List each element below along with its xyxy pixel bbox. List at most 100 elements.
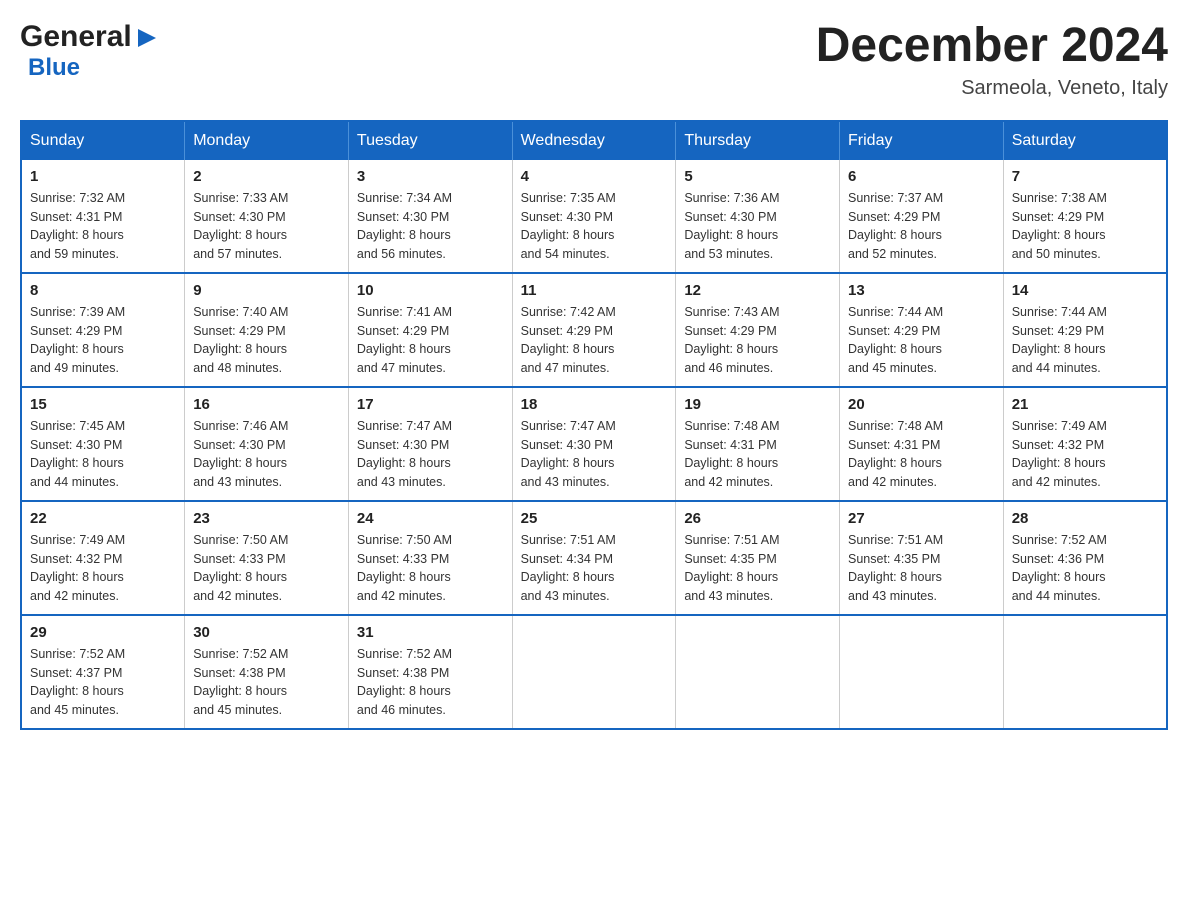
calendar-cell: 26 Sunrise: 7:51 AMSunset: 4:35 PMDaylig…: [676, 501, 840, 615]
calendar-cell: 9 Sunrise: 7:40 AMSunset: 4:29 PMDayligh…: [185, 273, 349, 387]
col-friday: Friday: [840, 121, 1004, 160]
day-number: 22: [30, 510, 176, 527]
day-number: 10: [357, 282, 504, 299]
day-info: Sunrise: 7:38 AMSunset: 4:29 PMDaylight:…: [1012, 191, 1107, 261]
calendar-cell: [840, 615, 1004, 729]
calendar-cell: 24 Sunrise: 7:50 AMSunset: 4:33 PMDaylig…: [348, 501, 512, 615]
calendar-cell: 20 Sunrise: 7:48 AMSunset: 4:31 PMDaylig…: [840, 387, 1004, 501]
day-number: 29: [30, 624, 176, 641]
day-info: Sunrise: 7:44 AMSunset: 4:29 PMDaylight:…: [1012, 305, 1107, 375]
day-info: Sunrise: 7:34 AMSunset: 4:30 PMDaylight:…: [357, 191, 452, 261]
day-info: Sunrise: 7:37 AMSunset: 4:29 PMDaylight:…: [848, 191, 943, 261]
calendar-cell: 13 Sunrise: 7:44 AMSunset: 4:29 PMDaylig…: [840, 273, 1004, 387]
col-monday: Monday: [185, 121, 349, 160]
day-info: Sunrise: 7:46 AMSunset: 4:30 PMDaylight:…: [193, 419, 288, 489]
day-info: Sunrise: 7:51 AMSunset: 4:35 PMDaylight:…: [684, 533, 779, 603]
day-number: 21: [1012, 396, 1158, 413]
day-info: Sunrise: 7:32 AMSunset: 4:31 PMDaylight:…: [30, 191, 125, 261]
day-info: Sunrise: 7:40 AMSunset: 4:29 PMDaylight:…: [193, 305, 288, 375]
col-sunday: Sunday: [21, 121, 185, 160]
day-info: Sunrise: 7:44 AMSunset: 4:29 PMDaylight:…: [848, 305, 943, 375]
calendar-header-row: Sunday Monday Tuesday Wednesday Thursday…: [21, 121, 1167, 160]
day-number: 18: [521, 396, 668, 413]
day-info: Sunrise: 7:36 AMSunset: 4:30 PMDaylight:…: [684, 191, 779, 261]
day-number: 28: [1012, 510, 1158, 527]
day-info: Sunrise: 7:49 AMSunset: 4:32 PMDaylight:…: [1012, 419, 1107, 489]
page-header: General Blue December 2024 Sarmeola, Ven…: [20, 20, 1168, 100]
logo-triangle-icon: [136, 27, 158, 49]
calendar-week-1: 1 Sunrise: 7:32 AMSunset: 4:31 PMDayligh…: [21, 160, 1167, 273]
day-number: 31: [357, 624, 504, 641]
calendar-cell: 1 Sunrise: 7:32 AMSunset: 4:31 PMDayligh…: [21, 160, 185, 273]
day-number: 19: [684, 396, 831, 413]
day-info: Sunrise: 7:42 AMSunset: 4:29 PMDaylight:…: [521, 305, 616, 375]
col-tuesday: Tuesday: [348, 121, 512, 160]
calendar-table: Sunday Monday Tuesday Wednesday Thursday…: [20, 120, 1168, 730]
calendar-cell: 2 Sunrise: 7:33 AMSunset: 4:30 PMDayligh…: [185, 160, 349, 273]
calendar-cell: 15 Sunrise: 7:45 AMSunset: 4:30 PMDaylig…: [21, 387, 185, 501]
col-thursday: Thursday: [676, 121, 840, 160]
calendar-cell: 19 Sunrise: 7:48 AMSunset: 4:31 PMDaylig…: [676, 387, 840, 501]
calendar-cell: 5 Sunrise: 7:36 AMSunset: 4:30 PMDayligh…: [676, 160, 840, 273]
day-number: 4: [521, 168, 668, 185]
day-number: 2: [193, 168, 340, 185]
day-info: Sunrise: 7:52 AMSunset: 4:37 PMDaylight:…: [30, 647, 125, 717]
day-number: 14: [1012, 282, 1158, 299]
day-number: 23: [193, 510, 340, 527]
day-number: 16: [193, 396, 340, 413]
day-number: 26: [684, 510, 831, 527]
month-title: December 2024: [816, 20, 1168, 73]
day-info: Sunrise: 7:51 AMSunset: 4:35 PMDaylight:…: [848, 533, 943, 603]
calendar-cell: 25 Sunrise: 7:51 AMSunset: 4:34 PMDaylig…: [512, 501, 676, 615]
calendar-cell: 18 Sunrise: 7:47 AMSunset: 4:30 PMDaylig…: [512, 387, 676, 501]
day-info: Sunrise: 7:39 AMSunset: 4:29 PMDaylight:…: [30, 305, 125, 375]
day-info: Sunrise: 7:49 AMSunset: 4:32 PMDaylight:…: [30, 533, 125, 603]
calendar-cell: 27 Sunrise: 7:51 AMSunset: 4:35 PMDaylig…: [840, 501, 1004, 615]
day-number: 3: [357, 168, 504, 185]
calendar-cell: 10 Sunrise: 7:41 AMSunset: 4:29 PMDaylig…: [348, 273, 512, 387]
calendar-cell: 7 Sunrise: 7:38 AMSunset: 4:29 PMDayligh…: [1003, 160, 1167, 273]
calendar-week-4: 22 Sunrise: 7:49 AMSunset: 4:32 PMDaylig…: [21, 501, 1167, 615]
calendar-cell: 3 Sunrise: 7:34 AMSunset: 4:30 PMDayligh…: [348, 160, 512, 273]
day-info: Sunrise: 7:48 AMSunset: 4:31 PMDaylight:…: [684, 419, 779, 489]
calendar-cell: 17 Sunrise: 7:47 AMSunset: 4:30 PMDaylig…: [348, 387, 512, 501]
calendar-week-2: 8 Sunrise: 7:39 AMSunset: 4:29 PMDayligh…: [21, 273, 1167, 387]
logo-blue-text: Blue: [28, 54, 80, 81]
day-number: 24: [357, 510, 504, 527]
day-info: Sunrise: 7:52 AMSunset: 4:38 PMDaylight:…: [357, 647, 452, 717]
day-number: 8: [30, 282, 176, 299]
day-info: Sunrise: 7:35 AMSunset: 4:30 PMDaylight:…: [521, 191, 616, 261]
day-number: 20: [848, 396, 995, 413]
day-info: Sunrise: 7:45 AMSunset: 4:30 PMDaylight:…: [30, 419, 125, 489]
calendar-cell: 16 Sunrise: 7:46 AMSunset: 4:30 PMDaylig…: [185, 387, 349, 501]
calendar-cell: 6 Sunrise: 7:37 AMSunset: 4:29 PMDayligh…: [840, 160, 1004, 273]
day-number: 15: [30, 396, 176, 413]
title-section: December 2024 Sarmeola, Veneto, Italy: [816, 20, 1168, 100]
day-info: Sunrise: 7:48 AMSunset: 4:31 PMDaylight:…: [848, 419, 943, 489]
day-info: Sunrise: 7:47 AMSunset: 4:30 PMDaylight:…: [521, 419, 616, 489]
day-info: Sunrise: 7:52 AMSunset: 4:36 PMDaylight:…: [1012, 533, 1107, 603]
day-number: 17: [357, 396, 504, 413]
day-number: 7: [1012, 168, 1158, 185]
logo-general-text: General: [20, 20, 132, 54]
day-number: 1: [30, 168, 176, 185]
calendar-cell: 29 Sunrise: 7:52 AMSunset: 4:37 PMDaylig…: [21, 615, 185, 729]
col-saturday: Saturday: [1003, 121, 1167, 160]
calendar-cell: [512, 615, 676, 729]
calendar-cell: 30 Sunrise: 7:52 AMSunset: 4:38 PMDaylig…: [185, 615, 349, 729]
calendar-cell: 23 Sunrise: 7:50 AMSunset: 4:33 PMDaylig…: [185, 501, 349, 615]
calendar-week-5: 29 Sunrise: 7:52 AMSunset: 4:37 PMDaylig…: [21, 615, 1167, 729]
day-number: 30: [193, 624, 340, 641]
calendar-week-3: 15 Sunrise: 7:45 AMSunset: 4:30 PMDaylig…: [21, 387, 1167, 501]
day-info: Sunrise: 7:51 AMSunset: 4:34 PMDaylight:…: [521, 533, 616, 603]
location-text: Sarmeola, Veneto, Italy: [816, 77, 1168, 100]
calendar-cell: 8 Sunrise: 7:39 AMSunset: 4:29 PMDayligh…: [21, 273, 185, 387]
day-info: Sunrise: 7:41 AMSunset: 4:29 PMDaylight:…: [357, 305, 452, 375]
calendar-cell: 4 Sunrise: 7:35 AMSunset: 4:30 PMDayligh…: [512, 160, 676, 273]
calendar-cell: 21 Sunrise: 7:49 AMSunset: 4:32 PMDaylig…: [1003, 387, 1167, 501]
day-info: Sunrise: 7:50 AMSunset: 4:33 PMDaylight:…: [357, 533, 452, 603]
day-info: Sunrise: 7:52 AMSunset: 4:38 PMDaylight:…: [193, 647, 288, 717]
day-info: Sunrise: 7:33 AMSunset: 4:30 PMDaylight:…: [193, 191, 288, 261]
day-number: 27: [848, 510, 995, 527]
calendar-cell: 28 Sunrise: 7:52 AMSunset: 4:36 PMDaylig…: [1003, 501, 1167, 615]
